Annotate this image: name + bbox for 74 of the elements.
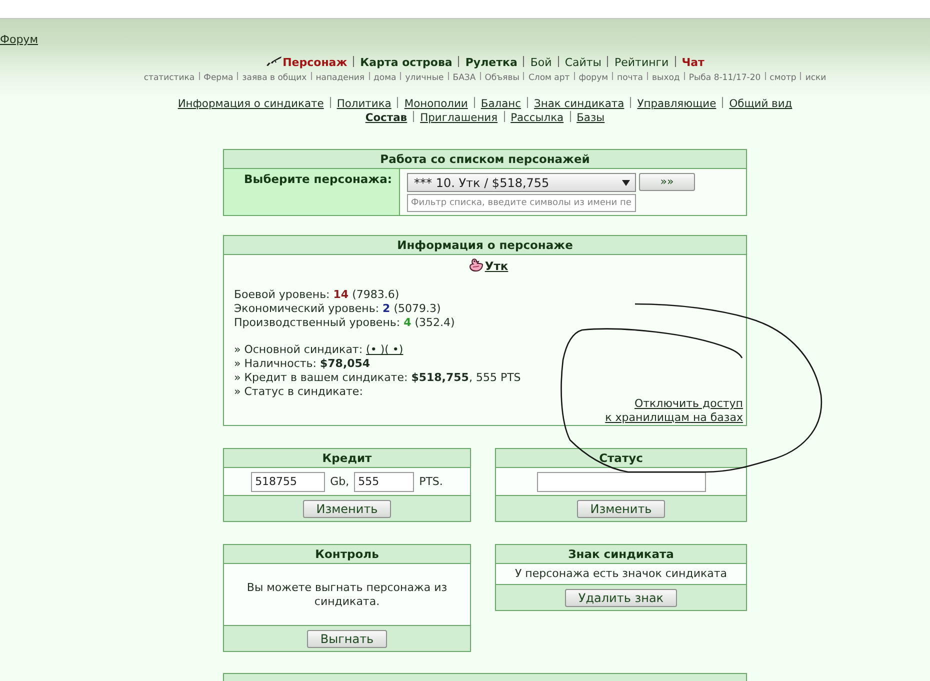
section-link[interactable]: Управляющие	[637, 97, 716, 110]
points-field[interactable]: 555	[354, 472, 414, 492]
character-link[interactable]: Утк	[484, 259, 508, 273]
info-label: » Основной синдикат:	[234, 343, 363, 356]
panel-message: У персонажа есть значок синдиката	[496, 564, 746, 584]
go-button[interactable]: »»	[639, 173, 695, 191]
panel-header: Работа со списком персонажей	[224, 150, 746, 169]
subnav-link[interactable]: иски	[805, 73, 826, 83]
subnav-link[interactable]: Ферма	[204, 73, 234, 83]
section-link[interactable]: Приглашения	[420, 111, 498, 124]
level-points: (352.4)	[414, 316, 455, 329]
info-line: » Кредит в вашем синдикате: $518,755, 555 PTS	[234, 371, 522, 385]
subnav-link[interactable]: Рыба 8-11/17-20	[688, 73, 761, 83]
subnav-link[interactable]: уличные	[405, 73, 444, 83]
subnav-link[interactable]: форум	[578, 73, 608, 83]
info-line: » Статус в синдикате:	[234, 385, 364, 399]
section-link[interactable]: Информация о синдикате	[178, 97, 324, 110]
panel-header: Кредит	[224, 449, 470, 468]
level-label: Экономический уровень:	[234, 302, 380, 315]
level-label: Производственный уровень:	[234, 316, 400, 329]
remove-sign-button[interactable]: Удалить знак	[565, 588, 677, 606]
character-select[interactable]: *** 10. Утк / $518,755	[407, 173, 636, 192]
unit-label: PTS.	[419, 474, 443, 488]
nav-link[interactable]: Рейтинги	[614, 56, 669, 69]
nav-link[interactable]: Рулетка	[465, 56, 518, 69]
filter-field[interactable]: Фильтр списка, введите символы из имени пе	[407, 194, 636, 212]
section-link[interactable]: Знак синдиката	[534, 97, 624, 110]
nav-link[interactable]: Сайты	[564, 56, 602, 69]
change-button[interactable]: Изменить	[303, 500, 391, 518]
syndicate-link[interactable]: (• )( •)	[366, 343, 404, 356]
panel-header: Статус	[496, 449, 746, 468]
nav-link[interactable]: Чат	[682, 56, 704, 69]
subnav-link[interactable]: статистика	[144, 73, 195, 83]
panel-header: Информация о персонаже	[224, 236, 746, 255]
panel-header: Контроль	[224, 545, 470, 564]
section-link[interactable]: Базы	[576, 111, 605, 124]
panel-header: Знак синдиката	[496, 545, 746, 564]
section-link[interactable]: Баланс	[480, 97, 522, 110]
level-value: 14	[333, 288, 349, 301]
subnav-link[interactable]: БАЗА	[452, 73, 476, 83]
status-field[interactable]	[536, 472, 706, 492]
label-cell: Выберите персонажа:	[224, 169, 400, 215]
section-link[interactable]: Общий вид	[729, 97, 792, 110]
change-button[interactable]: Изменить	[577, 500, 665, 518]
subnav-link[interactable]: почта	[617, 73, 643, 83]
credit-amount-field[interactable]: 518755	[251, 472, 326, 492]
subnav-link[interactable]: дома	[374, 73, 396, 83]
nav-link[interactable]: Персонаж	[282, 56, 348, 69]
expel-button[interactable]: Выгнать	[307, 630, 387, 648]
subnav-link[interactable]: выход	[652, 73, 680, 83]
caret-icon	[622, 180, 630, 186]
subnav-link[interactable]: Слом арт	[528, 73, 570, 83]
nav-link[interactable]: Бой	[530, 56, 552, 69]
subnav-link[interactable]: смотр	[770, 73, 796, 83]
panel-message: Вы можете выгнать персонажа из синдиката.	[246, 580, 448, 608]
rifle-icon	[266, 56, 282, 66]
subnav-link[interactable]: Объявы	[484, 73, 520, 83]
access-link[interactable]: Отключить доступ к хранилищам на базах	[605, 397, 743, 425]
section-link[interactable]: Монополии	[404, 97, 468, 110]
level-label: Боевой уровень:	[234, 288, 330, 301]
info-line: » Наличность: $78,054	[234, 357, 372, 371]
section-link[interactable]: Рассылка	[510, 111, 564, 124]
level-points: (7983.6)	[352, 288, 400, 301]
subnav-link[interactable]: заява в общих	[242, 73, 307, 83]
forum-link[interactable]: Форум	[0, 33, 38, 47]
section-link[interactable]: Политика	[336, 97, 392, 110]
nav-link[interactable]: Карта острова	[360, 56, 452, 69]
unit-label: Gb,	[330, 474, 350, 488]
subnav-link[interactable]: нападения	[316, 73, 365, 83]
level-value: 2	[382, 302, 390, 315]
duck-icon	[468, 258, 483, 272]
level-points: (5079.3)	[394, 302, 441, 315]
section-link[interactable]: Состав	[365, 111, 408, 124]
level-value: 4	[404, 316, 412, 329]
